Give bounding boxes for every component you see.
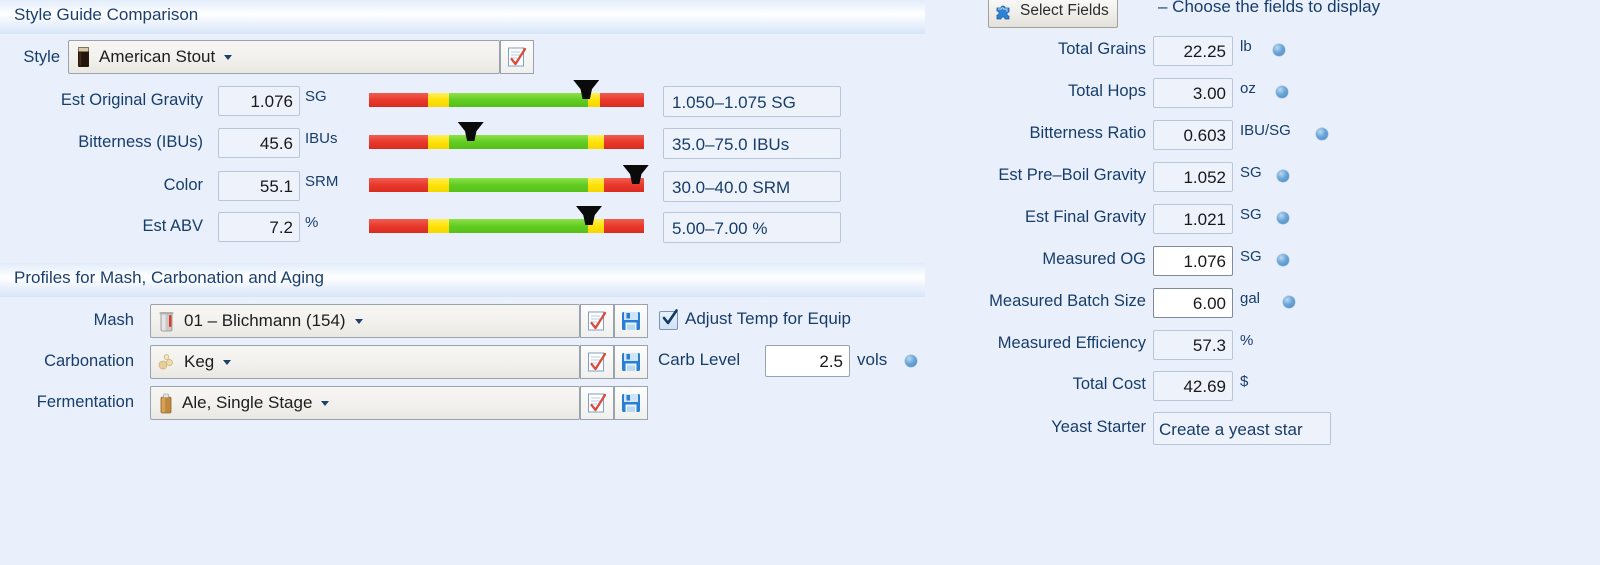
bitterness-value: 45.6 [218, 128, 300, 158]
style-guide-header-title: Style Guide Comparison [14, 5, 199, 24]
color-value: 55.1 [218, 171, 300, 201]
mash-combo[interactable]: 01 – Blichmann (154) [150, 304, 580, 338]
chevron-down-icon [223, 359, 232, 365]
adjust-temp-checkbox[interactable] [659, 309, 678, 330]
select-fields-label: Select Fields [1020, 2, 1109, 19]
beer-recipe-screen: Style Guide Comparison Style American St… [0, 0, 1600, 565]
measured-batch-size-unit: gal [1240, 290, 1261, 307]
color-label: Color [163, 176, 203, 194]
measured-efficiency-value: 57.3 [1153, 330, 1233, 360]
est-pre-boil-gravity-value: 1.052 [1153, 162, 1233, 192]
est-final-gravity-value: 1.021 [1153, 204, 1233, 234]
est-abv-slider [369, 206, 644, 233]
est-final-gravity-label: Est Final Gravity [1024, 208, 1146, 226]
stout-glass-icon [76, 46, 91, 68]
profiles-header-title: Profiles for Mash, Carbonation and Aging [14, 268, 324, 287]
carb-level-help-dot[interactable] [905, 355, 917, 367]
mash-label: Mash [93, 311, 134, 329]
est-original-gravity-label: Est Original Gravity [60, 91, 203, 109]
color-slider [369, 165, 649, 192]
bitterness-ratio-value: 0.603 [1153, 120, 1233, 150]
bitterness-unit: IBUs [305, 130, 338, 147]
est-original-gravity-unit: SG [305, 88, 327, 105]
mash-save-button[interactable] [614, 304, 648, 338]
chevron-down-icon [354, 318, 363, 324]
carbonation-save-button[interactable] [614, 345, 648, 379]
measured-efficiency-unit: % [1240, 332, 1254, 349]
bitterness-ratio-help-dot[interactable] [1316, 128, 1328, 140]
yeast-starter-label: Yeast Starter [1051, 418, 1146, 436]
fermentation-check-button[interactable] [580, 386, 614, 420]
est-pre-boil-gravity-label: Est Pre–Boil Gravity [998, 166, 1146, 184]
total-hops-unit: oz [1240, 80, 1256, 97]
chevron-down-icon [224, 54, 233, 60]
total-cost-value: 42.69 [1153, 371, 1233, 401]
style-check-button[interactable] [500, 40, 534, 74]
mash-tun-icon [158, 311, 176, 332]
measured-og-help-dot[interactable] [1277, 254, 1289, 266]
total-cost-label: Total Cost [1072, 375, 1146, 393]
puzzle-piece-icon [995, 2, 1014, 21]
total-grains-label: Total Grains [1057, 40, 1146, 58]
fermentation-label: Fermentation [36, 393, 134, 411]
est-original-gravity-slider [369, 80, 644, 107]
measured-og-unit: SG [1240, 248, 1262, 265]
style-guide-header-band: Style Guide Comparison [0, 0, 925, 34]
fermenter-icon [158, 393, 174, 414]
est-final-gravity-help-dot[interactable] [1277, 212, 1289, 224]
fermentation-save-button[interactable] [614, 386, 648, 420]
est-abv-unit: % [305, 214, 319, 231]
bitterness-slider [369, 122, 644, 149]
select-fields-hint: – Choose the fields to display [1158, 0, 1381, 16]
total-hops-label: Total Hops [1068, 82, 1146, 100]
est-original-gravity-value: 1.076 [218, 86, 300, 116]
est-pre-boil-gravity-help-dot[interactable] [1277, 170, 1289, 182]
measured-batch-size-label: Measured Batch Size [989, 292, 1146, 310]
mash-combo-value: 01 – Blichmann (154) [184, 311, 346, 330]
total-grains-value: 22.25 [1153, 36, 1233, 66]
carbonation-combo-value: Keg [184, 352, 215, 371]
est-abv-value: 7.2 [218, 212, 300, 242]
select-fields-button[interactable]: Select Fields [988, 0, 1118, 28]
bitterness-range: 35.0–75.0 IBUs [663, 128, 841, 159]
bubbles-icon [158, 353, 176, 371]
measured-og-label: Measured OG [1042, 250, 1146, 268]
style-label: Style [23, 48, 60, 66]
est-pre-boil-gravity-unit: SG [1240, 164, 1262, 181]
style-combo[interactable]: American Stout [68, 40, 500, 74]
yeast-starter-button[interactable]: Create a yeast star [1153, 412, 1331, 445]
est-abv-label: Est ABV [142, 217, 203, 235]
style-combo-value: American Stout [99, 47, 216, 66]
chevron-down-icon [321, 400, 330, 406]
total-grains-unit: lb [1240, 38, 1252, 55]
carb-level-unit: vols [857, 350, 888, 369]
carbonation-label: Carbonation [44, 352, 134, 370]
total-cost-unit: $ [1240, 373, 1249, 390]
carb-level-input[interactable]: 2.5 [765, 345, 850, 377]
est-final-gravity-unit: SG [1240, 206, 1262, 223]
measured-og-input[interactable]: 1.076 [1153, 246, 1233, 276]
bitterness-ratio-label: Bitterness Ratio [1029, 124, 1146, 142]
profiles-header-band: Profiles for Mash, Carbonation and Aging [0, 263, 925, 297]
est-abv-range: 5.00–7.00 % [663, 212, 841, 243]
bitterness-label: Bitterness (IBUs) [78, 133, 203, 151]
adjust-temp-label: Adjust Temp for Equip [685, 309, 851, 328]
color-unit: SRM [305, 173, 339, 190]
bitterness-ratio-unit: IBU/SG [1240, 122, 1291, 139]
carbonation-combo[interactable]: Keg [150, 345, 580, 379]
total-grains-help-dot[interactable] [1273, 44, 1285, 56]
mash-check-button[interactable] [580, 304, 614, 338]
carb-level-label: Carb Level [658, 350, 741, 369]
est-original-gravity-range: 1.050–1.075 SG [663, 86, 841, 117]
measured-batch-size-help-dot[interactable] [1283, 296, 1295, 308]
total-hops-value: 3.00 [1153, 78, 1233, 108]
measured-batch-size-input[interactable]: 6.00 [1153, 288, 1233, 318]
color-range: 30.0–40.0 SRM [663, 171, 841, 202]
measured-efficiency-label: Measured Efficiency [997, 334, 1146, 352]
total-hops-help-dot[interactable] [1276, 86, 1288, 98]
carbonation-check-button[interactable] [580, 345, 614, 379]
fermentation-combo[interactable]: Ale, Single Stage [150, 386, 580, 420]
fermentation-combo-value: Ale, Single Stage [182, 393, 313, 412]
